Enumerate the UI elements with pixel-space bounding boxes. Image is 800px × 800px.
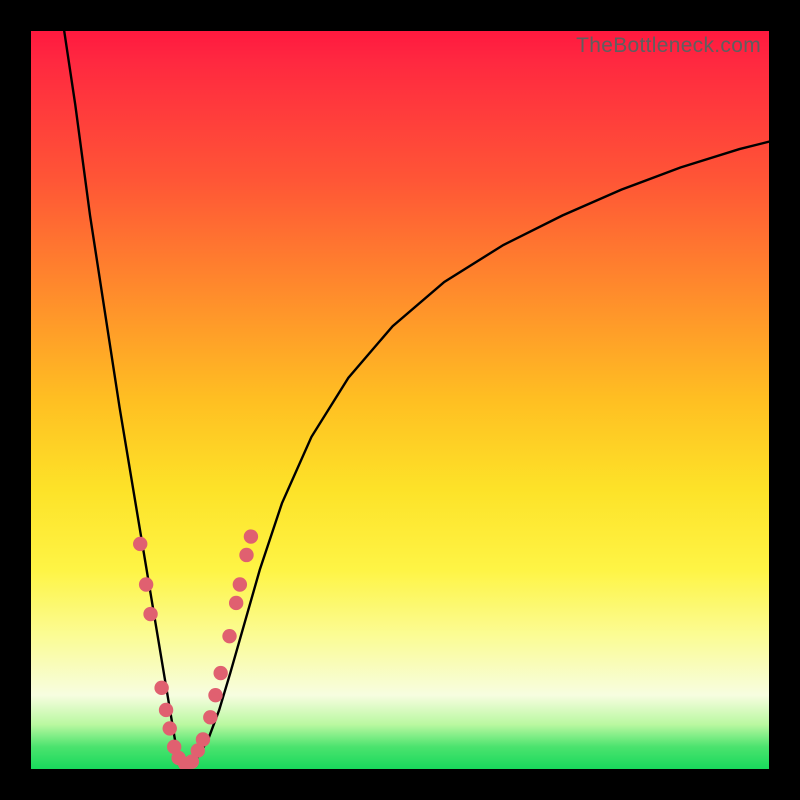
- marker-dot: [159, 703, 173, 717]
- marker-dot: [222, 629, 236, 643]
- highlighted-points: [133, 529, 258, 769]
- marker-dot: [143, 607, 157, 621]
- marker-dot: [203, 710, 217, 724]
- marker-dot: [154, 681, 168, 695]
- marker-dot: [196, 732, 210, 746]
- marker-dot: [233, 577, 247, 591]
- marker-dot: [229, 596, 243, 610]
- marker-dot: [139, 577, 153, 591]
- marker-dot: [163, 721, 177, 735]
- chart-frame: TheBottleneck.com: [0, 0, 800, 800]
- plot-area: TheBottleneck.com: [31, 31, 769, 769]
- marker-dot: [213, 666, 227, 680]
- marker-dot: [244, 529, 258, 543]
- marker-dot: [208, 688, 222, 702]
- bottleneck-curve: [64, 31, 769, 765]
- watermark-text: TheBottleneck.com: [576, 34, 761, 58]
- marker-dot: [133, 537, 147, 551]
- marker-dot: [239, 548, 253, 562]
- curve-layer: [31, 31, 769, 769]
